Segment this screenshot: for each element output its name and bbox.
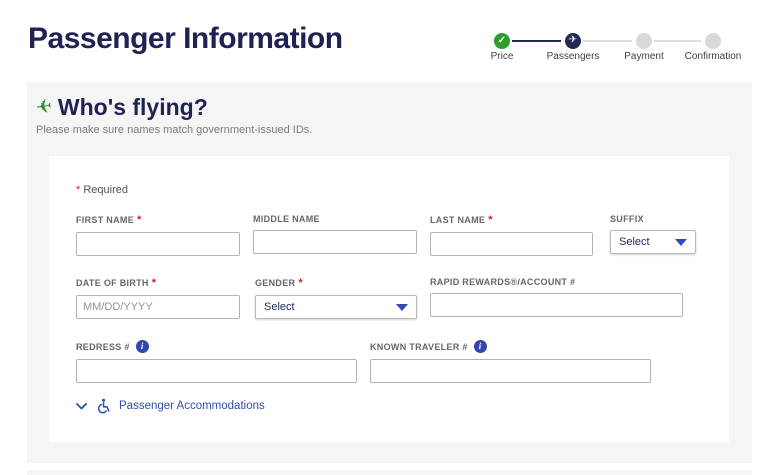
required-asterisk: * xyxy=(76,184,80,196)
step-label-confirmation: Confirmation xyxy=(685,51,742,62)
suffix-label: SUFFIX xyxy=(610,214,696,224)
suffix-field-group: SUFFIX Select xyxy=(610,214,696,254)
required-asterisk: * xyxy=(152,277,157,289)
step-price-circle[interactable]: ✓ xyxy=(494,33,510,49)
step-connector-active xyxy=(512,40,561,42)
date-of-birth-label: DATE OF BIRTH * xyxy=(76,277,240,289)
gender-field-group: GENDER * Select xyxy=(255,277,417,319)
gender-select-value: Select xyxy=(264,301,295,313)
step-confirmation-circle xyxy=(705,33,721,49)
known-traveler-field-group: KNOWN TRAVELER # i xyxy=(370,340,651,383)
step-connector-inactive xyxy=(583,40,632,42)
wheelchair-icon xyxy=(96,398,110,414)
step-label-payment: Payment xyxy=(624,51,663,62)
step-payment-circle xyxy=(636,33,652,49)
middle-name-field-group: MIDDLE NAME xyxy=(253,214,417,254)
known-traveler-input[interactable] xyxy=(370,359,651,383)
last-name-label: LAST NAME * xyxy=(430,214,593,226)
page-title: Passenger Information xyxy=(28,22,343,56)
suffix-select[interactable]: Select xyxy=(610,230,696,254)
suffix-select-value: Select xyxy=(619,236,650,248)
step-label-passengers[interactable]: Passengers xyxy=(547,51,600,62)
passenger-form-card: * Required FIRST NAME * MIDDLE NAME L xyxy=(49,156,729,442)
whos-flying-section: ✈ Who's flying? Please make sure names m… xyxy=(27,82,752,463)
required-note: * Required xyxy=(76,184,128,196)
redress-field-group: REDRESS # i xyxy=(76,340,357,383)
chevron-down-icon xyxy=(675,239,687,246)
step-label-price[interactable]: Price xyxy=(491,51,514,62)
plane-icon: ✈ xyxy=(569,36,577,46)
last-name-field-group: LAST NAME * xyxy=(430,214,593,256)
check-icon: ✓ xyxy=(498,36,506,46)
section-title: Who's flying? xyxy=(58,94,208,121)
required-note-text: Required xyxy=(83,184,128,196)
info-icon[interactable]: i xyxy=(474,340,487,353)
plane-icon: ✈ xyxy=(34,95,53,120)
passenger-accommodations-link[interactable]: Passenger Accommodations xyxy=(119,400,265,412)
last-name-input[interactable] xyxy=(430,232,593,256)
passenger-information-page: Passenger Information ✓ ✈ Price Passenge… xyxy=(0,0,770,475)
middle-name-input[interactable] xyxy=(253,230,417,254)
info-icon[interactable]: i xyxy=(136,340,149,353)
step-passengers-circle[interactable]: ✈ xyxy=(565,33,581,49)
required-asterisk: * xyxy=(488,214,493,226)
redress-input[interactable] xyxy=(76,359,357,383)
gender-select[interactable]: Select xyxy=(255,295,417,319)
section-subtitle: Please make sure names match government-… xyxy=(36,124,312,136)
rapid-rewards-field-group: RAPID REWARDS®/ACCOUNT # xyxy=(430,277,683,317)
first-name-field-group: FIRST NAME * xyxy=(76,214,240,256)
section-header: ✈ Who's flying? xyxy=(36,94,208,121)
gender-label: GENDER * xyxy=(255,277,417,289)
required-asterisk: * xyxy=(298,277,303,289)
first-name-label: FIRST NAME * xyxy=(76,214,240,226)
known-traveler-label: KNOWN TRAVELER # i xyxy=(370,340,651,353)
middle-name-label: MIDDLE NAME xyxy=(253,214,417,224)
step-connector-inactive xyxy=(654,40,701,42)
date-of-birth-field-group: DATE OF BIRTH * xyxy=(76,277,240,319)
booking-progress-stepper: ✓ ✈ Price Passengers Payment Confirmatio… xyxy=(480,28,760,66)
chevron-down-icon xyxy=(396,304,408,311)
rapid-rewards-input[interactable] xyxy=(430,293,683,317)
chevron-down-icon xyxy=(76,403,87,410)
date-of-birth-input[interactable] xyxy=(76,295,240,319)
rapid-rewards-label: RAPID REWARDS®/ACCOUNT # xyxy=(430,277,683,287)
next-section-strip xyxy=(27,470,752,475)
passenger-accommodations-toggle[interactable]: Passenger Accommodations xyxy=(76,398,265,414)
redress-label: REDRESS # i xyxy=(76,340,357,353)
first-name-input[interactable] xyxy=(76,232,240,256)
required-asterisk: * xyxy=(137,214,142,226)
